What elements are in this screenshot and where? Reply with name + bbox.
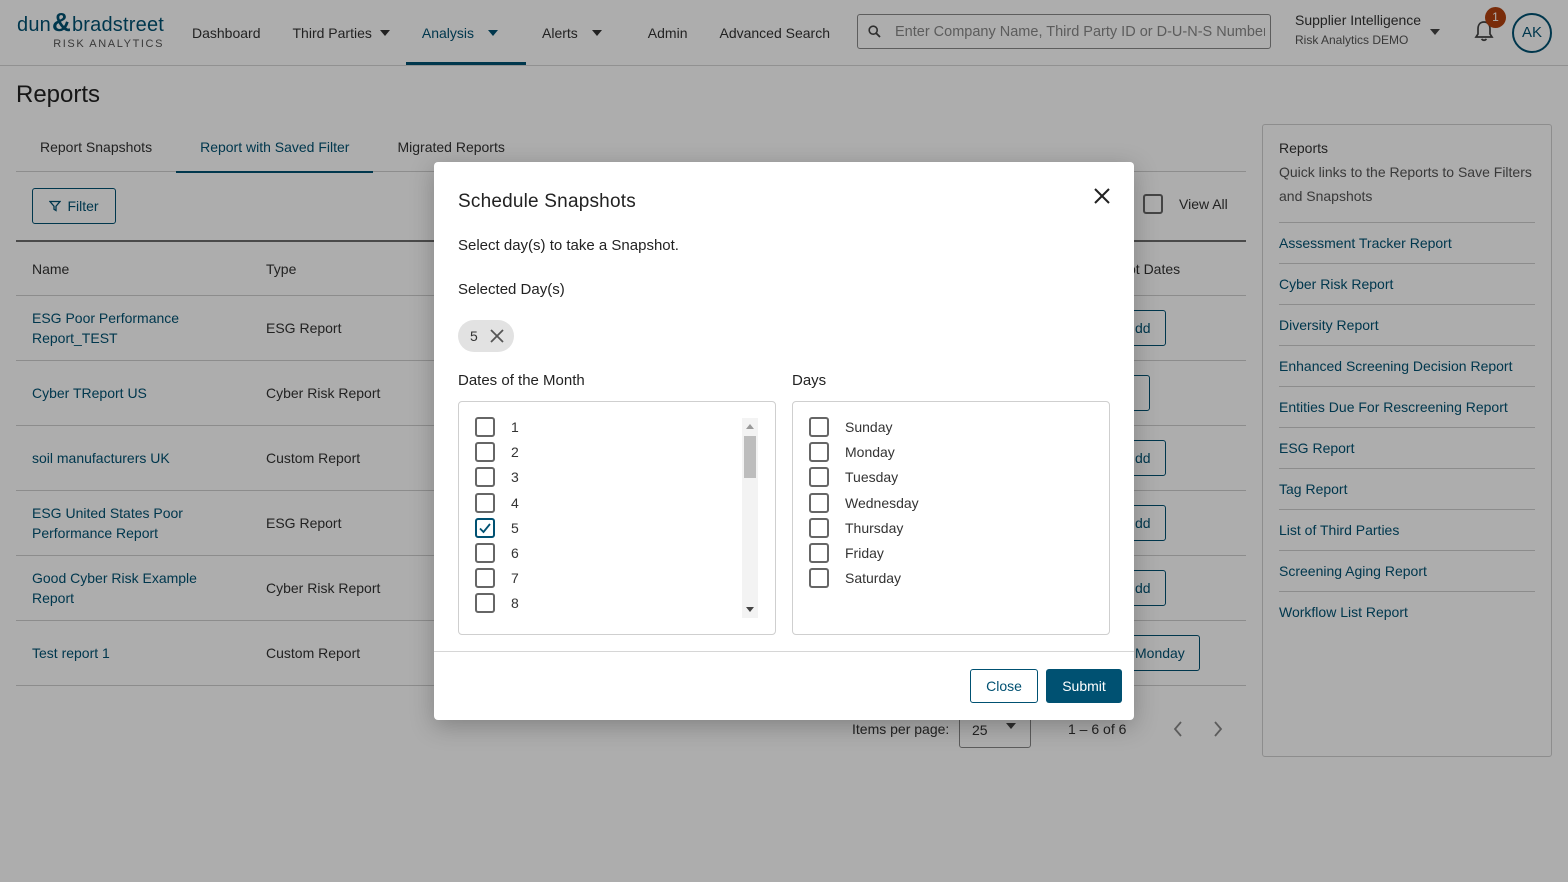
dates-scrollbar[interactable] [742, 418, 758, 618]
date-checkbox[interactable] [475, 543, 495, 563]
date-checkbox[interactable] [475, 467, 495, 487]
date-option[interactable]: 5 [475, 517, 519, 539]
day-option-thursday[interactable]: Thursday [809, 517, 903, 539]
day-checkbox[interactable] [809, 543, 829, 563]
selected-days-label: Selected Day(s) [458, 281, 565, 298]
date-option[interactable]: 2 [475, 441, 519, 463]
dialog-instructions: Select day(s) to take a Snapshot. [458, 237, 679, 254]
dates-of-month-list[interactable]: 1 2 3 4 5 6 7 8 [458, 401, 776, 635]
scroll-thumb[interactable] [744, 436, 756, 478]
scroll-up-icon[interactable] [746, 424, 754, 429]
selected-day-chip: 5 [458, 320, 514, 352]
days-of-week-list: Sunday Monday Tuesday Wednesday Thursday… [792, 401, 1110, 635]
day-option-sunday[interactable]: Sunday [809, 416, 892, 438]
chip-label: 5 [470, 328, 478, 344]
day-checkbox[interactable] [809, 568, 829, 588]
date-checkbox[interactable] [475, 442, 495, 462]
date-checkbox-checked[interactable] [475, 518, 495, 538]
day-checkbox[interactable] [809, 518, 829, 538]
submit-button[interactable]: Submit [1046, 669, 1122, 703]
date-checkbox[interactable] [475, 593, 495, 613]
scroll-down-icon[interactable] [746, 607, 754, 612]
day-checkbox[interactable] [809, 493, 829, 513]
schedule-snapshots-dialog: Schedule Snapshots Select day(s) to take… [434, 162, 1134, 720]
date-option[interactable]: 7 [475, 567, 519, 589]
dates-of-month-label: Dates of the Month [458, 372, 585, 389]
day-option-wednesday[interactable]: Wednesday [809, 492, 919, 514]
day-option-friday[interactable]: Friday [809, 542, 884, 564]
date-option[interactable]: 6 [475, 542, 519, 564]
day-option-monday[interactable]: Monday [809, 441, 895, 463]
date-checkbox[interactable] [475, 568, 495, 588]
dialog-footer-divider [434, 651, 1134, 652]
date-option[interactable]: 3 [475, 466, 519, 488]
date-option[interactable]: 1 [475, 416, 519, 438]
date-checkbox[interactable] [475, 417, 495, 437]
date-option[interactable]: 8 [475, 592, 519, 614]
day-option-saturday[interactable]: Saturday [809, 567, 901, 589]
day-checkbox[interactable] [809, 442, 829, 462]
close-button[interactable]: Close [970, 669, 1038, 703]
day-option-tuesday[interactable]: Tuesday [809, 466, 898, 488]
checkmark-icon [479, 523, 491, 534]
day-checkbox[interactable] [809, 417, 829, 437]
date-option[interactable]: 4 [475, 492, 519, 514]
day-checkbox[interactable] [809, 467, 829, 487]
remove-chip-icon[interactable] [490, 329, 504, 343]
date-checkbox[interactable] [475, 493, 495, 513]
close-icon[interactable] [1090, 184, 1114, 208]
dialog-title: Schedule Snapshots [458, 191, 636, 212]
days-label: Days [792, 372, 827, 389]
